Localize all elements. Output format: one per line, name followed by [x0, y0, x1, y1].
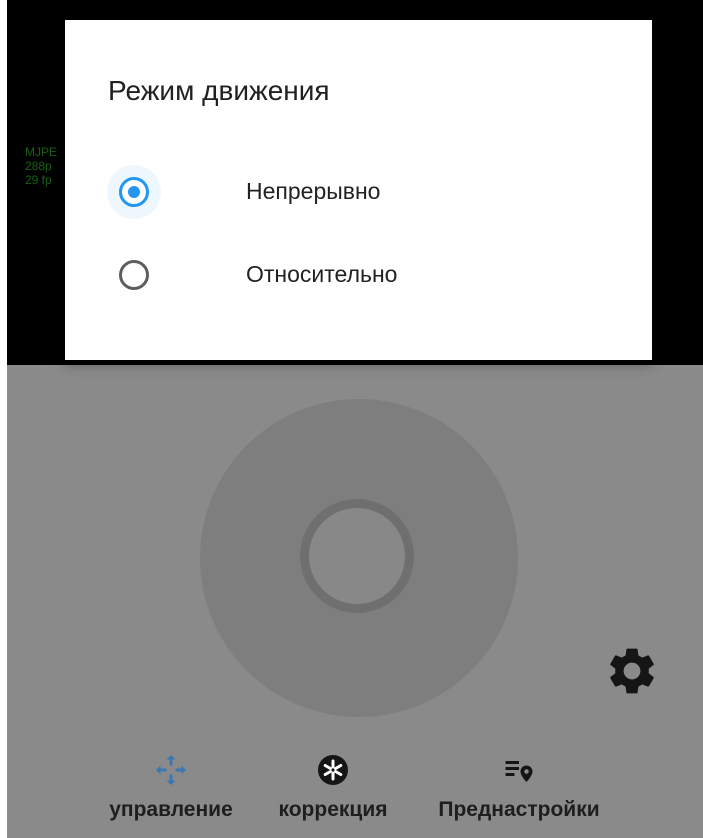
nav-label-control: управление	[109, 798, 233, 821]
option-continuous[interactable]: Непрерывно	[65, 160, 652, 230]
list-location-icon	[505, 761, 533, 782]
nav-tab-presets[interactable]: Преднастройки	[424, 752, 614, 822]
nav-tab-correction[interactable]: коррекция	[266, 752, 400, 822]
option-label-continuous: Непрерывно	[246, 178, 381, 204]
option-label-relative: Относительно	[246, 261, 398, 287]
settings-button[interactable]	[604, 643, 660, 699]
nav-tab-control[interactable]: управление	[100, 752, 242, 822]
gear-icon	[610, 648, 654, 694]
radio-button-relative[interactable]	[119, 260, 149, 290]
aperture-icon	[318, 755, 348, 785]
nav-label-correction: коррекция	[278, 798, 388, 821]
move-arrows-icon	[156, 755, 186, 785]
option-relative[interactable]: Относительно	[65, 243, 652, 313]
nav-label-presets: Преднастройки	[438, 798, 600, 821]
joystick-knob[interactable]	[309, 508, 405, 604]
dialog-title: Режим движения	[108, 75, 330, 106]
movement-mode-dialog: Режим движения Непрерывно Относительно	[65, 20, 652, 360]
radio-button-continuous[interactable]	[119, 177, 149, 207]
radio-checked-dot	[128, 186, 140, 198]
left-gutter	[0, 0, 7, 838]
